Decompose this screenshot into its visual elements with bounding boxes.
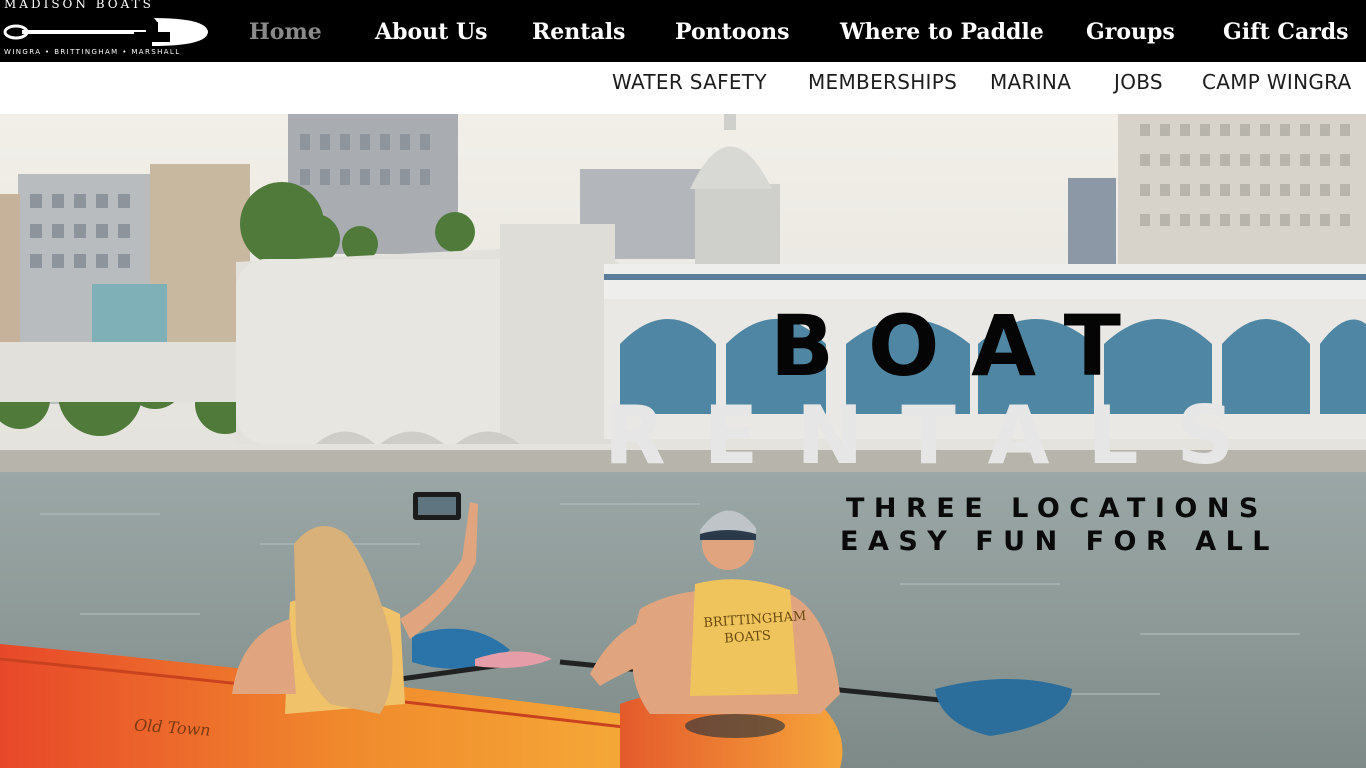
subnav-memberships[interactable]: MEMBERSHIPS bbox=[808, 70, 957, 94]
nav-where-to-paddle[interactable]: Where to Paddle bbox=[840, 19, 1044, 45]
subnav-marina[interactable]: MARINA bbox=[990, 70, 1071, 94]
secondary-navigation: WATER SAFETY MEMBERSHIPS MARINA JOBS CAM… bbox=[0, 62, 1366, 114]
nav-pontoons[interactable]: Pontoons bbox=[675, 19, 790, 45]
nav-about-us[interactable]: About Us bbox=[375, 19, 488, 45]
hero-tagline-locations: THREE LOCATIONS bbox=[846, 493, 1268, 524]
hero-tagline-fun: EASY FUN FOR ALL bbox=[840, 526, 1279, 557]
top-nav-bar: MADISON BOATS WINGRA • BRITTINGHAM • MAR… bbox=[0, 0, 1366, 62]
paddle-capitol-logo-icon bbox=[3, 10, 208, 46]
madison-boats-logo[interactable]: MADISON BOATS WINGRA • BRITTINGHAM • MAR… bbox=[0, 0, 212, 62]
life-vest-print: BRITTINGHAM BOATS bbox=[702, 608, 807, 647]
nav-home[interactable]: Home bbox=[249, 19, 322, 45]
hero-headline-rentals: RENTALS bbox=[604, 389, 1273, 482]
nav-gift-cards[interactable]: Gift Cards bbox=[1223, 19, 1349, 45]
subnav-water-safety[interactable]: WATER SAFETY bbox=[612, 70, 767, 94]
nav-rentals[interactable]: Rentals bbox=[532, 19, 625, 45]
subnav-camp-wingra[interactable]: CAMP WINGRA bbox=[1202, 70, 1352, 94]
logo-locations: WINGRA • BRITTINGHAM • MARSHALL bbox=[4, 48, 181, 56]
hero-banner: BOAT RENTALS THREE LOCATIONS EASY FUN FO… bbox=[0, 114, 1366, 768]
nav-groups[interactable]: Groups bbox=[1086, 19, 1175, 45]
hero-headline-boat: BOAT bbox=[770, 297, 1155, 395]
subnav-jobs[interactable]: JOBS bbox=[1114, 70, 1163, 94]
